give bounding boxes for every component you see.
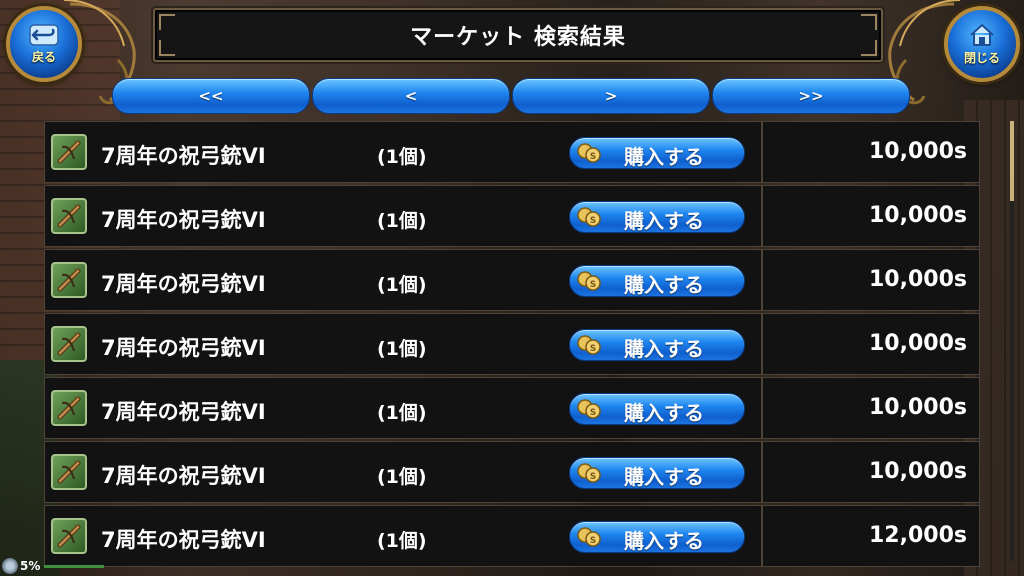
status-percent: 5% — [20, 559, 41, 573]
item-name: 7周年の祝弓銃VI — [101, 336, 266, 360]
item-name: 7周年の祝弓銃VI — [101, 144, 266, 168]
svg-text:S: S — [590, 536, 596, 546]
back-arrow-icon — [29, 23, 59, 46]
item-quantity: (1個) — [377, 338, 427, 360]
coin-icon: S — [577, 207, 601, 227]
last-page-button[interactable]: >> — [712, 78, 910, 114]
crossbow-item-icon — [51, 262, 87, 298]
column-divider — [761, 186, 763, 246]
item-name: 7周年の祝弓銃VI — [101, 400, 266, 424]
buy-label: 購入する — [624, 273, 704, 297]
coin-icon: S — [577, 463, 601, 483]
item-price: 12,000s — [869, 523, 967, 548]
title-corner-decoration — [159, 40, 175, 56]
buy-button[interactable]: S 購入する — [569, 457, 745, 489]
coin-icon: S — [577, 399, 601, 419]
title-bar: マーケット 検索結果 — [153, 8, 883, 62]
coin-icon: S — [577, 271, 601, 291]
next-page-button[interactable]: > — [512, 78, 710, 114]
svg-text:S: S — [590, 216, 596, 226]
crossbow-item-icon — [51, 198, 87, 234]
coin-icon: S — [577, 143, 601, 163]
pagination-bar: << < > >> — [112, 78, 912, 114]
scrollbar-thumb[interactable] — [1010, 121, 1014, 201]
item-quantity: (1個) — [377, 466, 427, 488]
column-divider — [761, 378, 763, 438]
status-bar — [44, 564, 105, 568]
buy-button[interactable]: S 購入する — [569, 201, 745, 233]
item-name: 7周年の祝弓銃VI — [101, 208, 266, 232]
buy-button[interactable]: S 購入する — [569, 521, 745, 553]
crossbow-item-icon — [51, 518, 87, 554]
buy-button[interactable]: S 購入する — [569, 393, 745, 425]
crossbow-item-icon — [51, 326, 87, 362]
item-quantity: (1個) — [377, 274, 427, 296]
buy-label: 購入する — [624, 401, 704, 425]
buy-button[interactable]: S 購入する — [569, 265, 745, 297]
list-item: 7周年の祝弓銃VI (1個) S 購入する 12,000s — [44, 505, 980, 567]
coin-icon: S — [577, 335, 601, 355]
list-item: 7周年の祝弓銃VI (1個) S 購入する 10,000s — [44, 249, 980, 311]
item-price: 10,000s — [869, 139, 967, 164]
list-item: 7周年の祝弓銃VI (1個) S 購入する 10,000s — [44, 121, 980, 183]
buy-label: 購入する — [624, 529, 704, 553]
back-label: 戻る — [31, 49, 56, 64]
list-item: 7周年の祝弓銃VI (1個) S 購入する 10,000s — [44, 313, 980, 375]
column-divider — [761, 122, 763, 182]
item-name: 7周年の祝弓銃VI — [101, 272, 266, 296]
home-icon — [970, 23, 994, 46]
market-result-list: 7周年の祝弓銃VI (1個) S 購入する 10,000s 7周年の祝弓銃VI … — [44, 121, 980, 576]
buy-label: 購入する — [624, 337, 704, 361]
item-quantity: (1個) — [377, 146, 427, 168]
list-item: 7周年の祝弓銃VI (1個) S 購入する 10,000s — [44, 441, 980, 503]
close-label: 閉じる — [963, 50, 1000, 65]
column-divider — [761, 250, 763, 310]
item-name: 7周年の祝弓銃VI — [101, 528, 266, 552]
item-quantity: (1個) — [377, 402, 427, 424]
item-price: 10,000s — [869, 331, 967, 356]
coin-icon: S — [577, 527, 601, 547]
first-page-button[interactable]: << — [112, 78, 310, 114]
back-button[interactable]: 戻る — [6, 6, 82, 82]
buy-label: 購入する — [624, 145, 704, 169]
svg-text:S: S — [590, 472, 596, 482]
buy-label: 購入する — [624, 465, 704, 489]
list-item: 7周年の祝弓銃VI (1個) S 購入する 10,000s — [44, 185, 980, 247]
buy-button[interactable]: S 購入する — [569, 329, 745, 361]
item-name: 7周年の祝弓銃VI — [101, 464, 266, 488]
svg-text:S: S — [590, 344, 596, 354]
item-price: 10,000s — [869, 203, 967, 228]
item-quantity: (1個) — [377, 210, 427, 232]
item-price: 10,000s — [869, 459, 967, 484]
svg-text:S: S — [590, 408, 596, 418]
svg-text:S: S — [590, 280, 596, 290]
prev-page-button[interactable]: < — [312, 78, 510, 114]
title-corner-decoration — [159, 14, 175, 30]
crossbow-item-icon — [51, 134, 87, 170]
column-divider — [761, 442, 763, 502]
list-item: 7周年の祝弓銃VI (1個) S 購入する 10,000s — [44, 377, 980, 439]
gear-icon — [2, 558, 18, 574]
page-title: マーケット 検索結果 — [410, 25, 626, 50]
buy-button[interactable]: S 購入する — [569, 137, 745, 169]
title-corner-decoration — [861, 40, 877, 56]
crossbow-item-icon — [51, 390, 87, 426]
item-quantity: (1個) — [377, 530, 427, 552]
item-price: 10,000s — [869, 267, 967, 292]
crossbow-item-icon — [51, 454, 87, 490]
column-divider — [761, 506, 763, 566]
buy-label: 購入する — [624, 209, 704, 233]
svg-text:S: S — [590, 152, 596, 162]
title-corner-decoration — [861, 14, 877, 30]
status-indicator: 5% — [2, 557, 105, 575]
item-price: 10,000s — [869, 395, 967, 420]
close-button[interactable]: 閉じる — [944, 6, 1020, 82]
column-divider — [761, 314, 763, 374]
